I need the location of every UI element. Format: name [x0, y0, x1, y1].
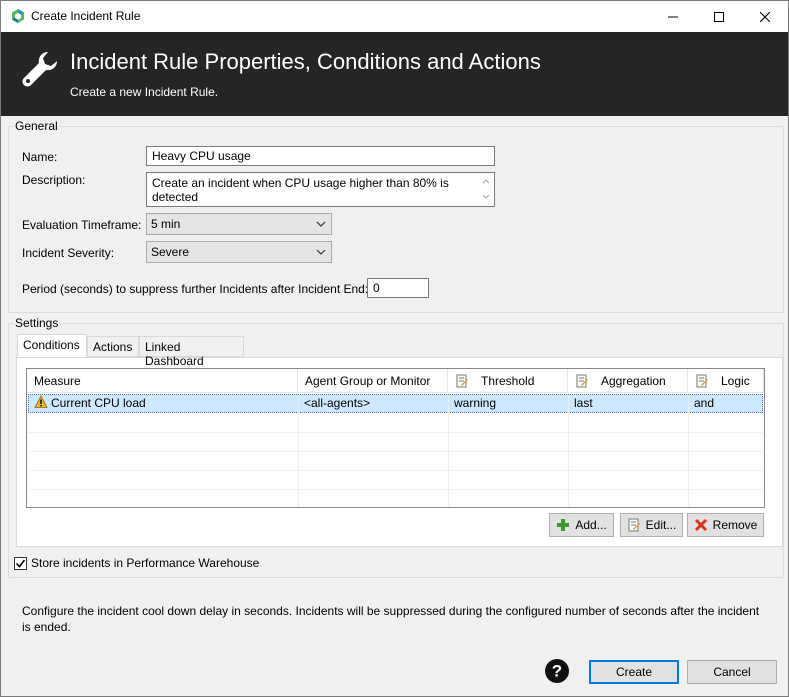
column-label: Aggregation [601, 374, 666, 388]
general-legend: General [14, 119, 59, 133]
minimize-button[interactable] [650, 1, 696, 32]
column-label: Agent Group or Monitor [305, 374, 431, 388]
minimize-icon [668, 16, 678, 17]
severity-value: Severe [151, 245, 190, 259]
cooldown-info-text: Configure the incident cool down delay i… [22, 604, 760, 634]
column-label: Measure [34, 374, 81, 388]
tab-conditions[interactable]: Conditions [17, 334, 87, 357]
description-text: Create an incident when CPU usage higher… [152, 176, 449, 204]
page-title: Incident Rule Properties, Conditions and… [70, 49, 541, 74]
timeframe-select[interactable]: 5 min [146, 213, 332, 235]
column-header-measure[interactable]: Measure [27, 369, 298, 393]
table-column-lines [27, 413, 764, 507]
scroll-arrows-icon [482, 179, 490, 199]
measure-text: Current CPU load [51, 396, 146, 410]
app-logo-icon [12, 9, 24, 23]
edit-condition-button[interactable]: Edit... [620, 513, 683, 537]
column-header-aggregation[interactable]: Aggregation [568, 369, 688, 393]
warning-icon [34, 395, 48, 408]
chevron-down-icon [316, 249, 326, 255]
description-label: Description: [22, 173, 86, 187]
chevron-down-icon [316, 221, 326, 227]
column-label: Threshold [481, 374, 535, 388]
severity-label: Incident Severity: [22, 246, 115, 260]
column-header-logic[interactable]: Logic [688, 369, 764, 393]
create-button[interactable]: Create [589, 660, 679, 684]
svg-text:?: ? [552, 662, 562, 681]
window-title: Create Incident Rule [31, 9, 141, 23]
maximize-icon [714, 11, 724, 22]
maximize-button[interactable] [696, 1, 742, 32]
cancel-button[interactable]: Cancel [687, 660, 777, 684]
plus-icon [557, 519, 570, 531]
table-row[interactable]: Current CPU load <all-agents> warning la… [28, 394, 763, 413]
tab-actions[interactable]: Actions [87, 336, 139, 357]
edit-column-icon [456, 374, 468, 388]
cell-logic: and [694, 396, 715, 410]
remove-x-icon [694, 518, 707, 532]
store-incidents-checkbox[interactable] [14, 557, 27, 570]
edit-button-label: Edit... [645, 518, 677, 532]
conditions-table[interactable]: Measure Agent Group or Monitor Threshold… [26, 368, 765, 508]
title-bar: Create Incident Rule [1, 1, 788, 32]
description-scrollbar[interactable] [480, 175, 492, 203]
edit-column-icon [696, 374, 708, 388]
name-field[interactable]: Heavy CPU usage [146, 146, 495, 166]
timeframe-value: 5 min [151, 217, 181, 231]
suppress-period-field[interactable]: 0 [367, 278, 429, 298]
edit-column-icon [576, 374, 588, 388]
remove-condition-button[interactable]: Remove [687, 513, 764, 537]
create-incident-rule-dialog: Create Incident Rule Incident Rule Prope… [0, 0, 789, 697]
timeframe-label: Evaluation Timeframe: [22, 218, 142, 232]
header-banner: Incident Rule Properties, Conditions and… [1, 32, 788, 116]
severity-select[interactable]: Severe [146, 241, 332, 263]
store-incidents-label[interactable]: Store incidents in Performance Warehouse [31, 556, 259, 570]
cell-agent-group: <all-agents> [299, 395, 449, 413]
help-icon[interactable]: ? [545, 659, 569, 683]
suppress-label: Period (seconds) to suppress further Inc… [22, 282, 369, 296]
add-button-label: Add... [575, 518, 607, 532]
name-label: Name: [22, 150, 58, 164]
column-header-agent-group[interactable]: Agent Group or Monitor [298, 369, 448, 393]
settings-legend: Settings [14, 316, 60, 330]
cell-threshold: warning [449, 395, 569, 413]
tab-linked-dashboard[interactable]: Linked Dashboard [139, 336, 244, 368]
wrench-icon [22, 52, 57, 87]
close-icon [760, 11, 770, 22]
column-header-threshold[interactable]: Threshold [448, 369, 568, 393]
cell-measure: Current CPU load [29, 395, 299, 413]
add-condition-button[interactable]: Add... [549, 513, 614, 537]
checkmark-icon [15, 559, 26, 568]
cell-aggregation: last [569, 395, 689, 413]
close-button[interactable] [742, 1, 788, 32]
column-label: Logic [721, 374, 750, 388]
page-subtitle: Create a new Incident Rule. [70, 85, 219, 99]
edit-icon [628, 518, 640, 532]
description-field[interactable]: Create an incident when CPU usage higher… [146, 172, 495, 207]
remove-button-label: Remove [712, 518, 758, 532]
